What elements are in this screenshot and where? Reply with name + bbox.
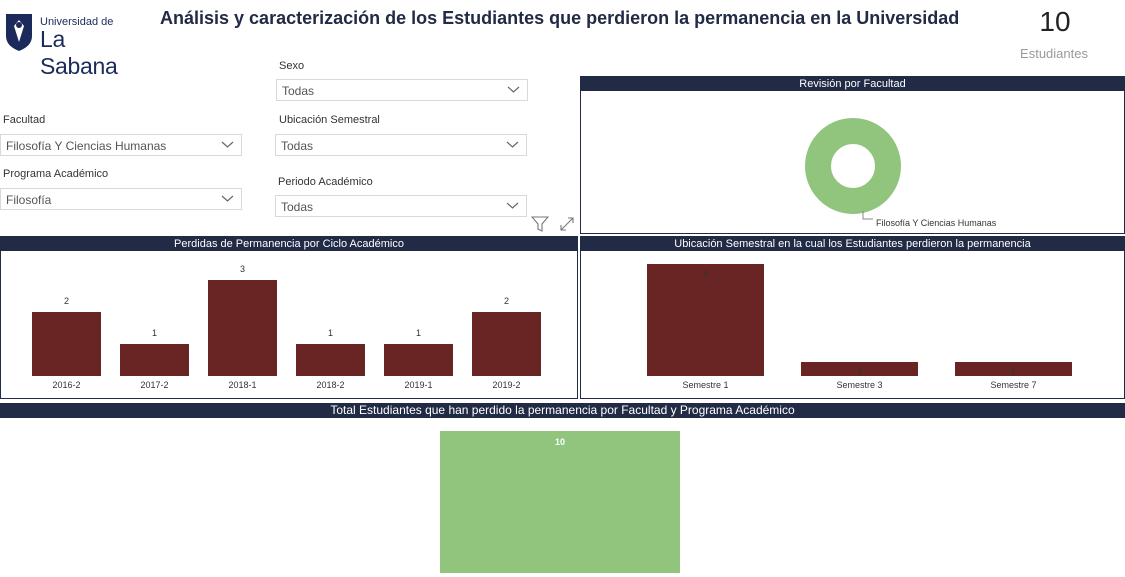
x-tick-label: 2019-2 — [492, 380, 521, 390]
sexo-dropdown[interactable]: Todas — [276, 79, 528, 101]
data-label: 1 — [1010, 367, 1016, 377]
bar-2018-1[interactable] — [208, 280, 277, 376]
x-tick-label: 2019-1 — [404, 380, 433, 390]
bar-2016-2[interactable] — [32, 312, 101, 376]
donut-legend-label: Filosofía Y Ciencias Humanas — [876, 218, 997, 228]
data-label: 2 — [503, 296, 509, 306]
semestre-bar-panel: Ubicación Semestral en la cual los Estud… — [580, 236, 1125, 399]
periodo-dropdown[interactable]: Todas — [275, 195, 527, 217]
sexo-value: Todas — [282, 84, 315, 98]
filter-icon[interactable] — [531, 216, 549, 232]
facultad-label: Facultad — [3, 114, 46, 126]
panel-title: Ubicación Semestral en la cual los Estud… — [581, 237, 1124, 251]
x-tick-label: Semestre 1 — [682, 380, 729, 390]
facultad-value: Filosofía Y Ciencias Humanas — [6, 139, 167, 153]
ciclo-bar-panel: Perdidas de Permanencia por Ciclo Académ… — [0, 236, 578, 399]
x-tick-label: 2017-2 — [140, 380, 169, 390]
bar-2019-1[interactable] — [384, 344, 453, 376]
panel-title: Perdidas de Permanencia por Ciclo Académ… — [1, 237, 577, 251]
chevron-down-icon — [221, 195, 234, 202]
kpi-label: Estudiantes — [1020, 46, 1088, 61]
university-shield-logo — [6, 14, 32, 51]
kpi-student-count: 10 — [1039, 6, 1071, 37]
data-label: 1 — [415, 328, 421, 338]
focus-mode-icon[interactable] — [559, 216, 575, 232]
treemap-tile[interactable]: 10 — [440, 431, 680, 573]
semestre-bar-chart: 8 Semestre 1 1 Semestre 3 1 Semestre 7 — [581, 251, 1124, 398]
bar-2018-2[interactable] — [296, 344, 365, 376]
chevron-down-icon — [221, 141, 234, 148]
x-tick-label: Semestre 3 — [836, 380, 883, 390]
ubicacion-dropdown[interactable]: Todas — [275, 134, 527, 156]
facultad-dropdown[interactable]: Filosofía Y Ciencias Humanas — [0, 134, 242, 156]
facultad-donut-panel: Revisión por Facultad Filosofía Y Cienci… — [580, 76, 1125, 234]
periodo-value: Todas — [281, 200, 314, 214]
x-tick-label: Semestre 7 — [990, 380, 1037, 390]
chevron-down-icon — [507, 86, 520, 93]
periodo-label: Periodo Académico — [278, 176, 373, 188]
chevron-down-icon — [506, 141, 519, 148]
programa-value: Filosofía — [6, 193, 52, 207]
treemap-title: Total Estudiantes que han perdido la per… — [0, 403, 1125, 418]
programa-dropdown[interactable]: Filosofía — [0, 188, 242, 210]
x-tick-label: 2018-1 — [228, 380, 257, 390]
donut-chart — [805, 118, 901, 220]
sexo-label: Sexo — [279, 60, 305, 72]
bar-2019-2[interactable] — [472, 312, 541, 376]
bar-semestre-1[interactable] — [647, 264, 764, 376]
logo-text-line2: La Sabana — [40, 26, 118, 79]
panel-title: Revisión por Facultad — [581, 77, 1124, 91]
data-label: 8 — [702, 269, 708, 279]
data-label: 2 — [63, 296, 69, 306]
x-tick-label: 2018-2 — [316, 380, 345, 390]
data-label: 1 — [856, 367, 862, 377]
data-label: 1 — [151, 328, 157, 338]
programa-label: Programa Académico — [3, 168, 109, 180]
page-title: Análisis y caracterización de los Estudi… — [160, 8, 960, 28]
data-label: 1 — [327, 328, 333, 338]
ubicacion-value: Todas — [281, 139, 314, 153]
bar-2017-2[interactable] — [120, 344, 189, 376]
ubicacion-label: Ubicación Semestral — [279, 114, 380, 126]
university-logo: Universidad de La Sabana — [4, 12, 144, 79]
ciclo-bar-chart: 2 2016-2 1 2017-2 3 2018-1 1 2018-2 1 2019-1 2 2019… — [1, 251, 577, 398]
x-tick-label: 2016-2 — [52, 380, 81, 390]
data-label: 3 — [239, 264, 245, 274]
chevron-down-icon — [506, 202, 519, 209]
treemap-value: 10 — [554, 437, 565, 447]
donut-slice[interactable] — [805, 118, 901, 214]
